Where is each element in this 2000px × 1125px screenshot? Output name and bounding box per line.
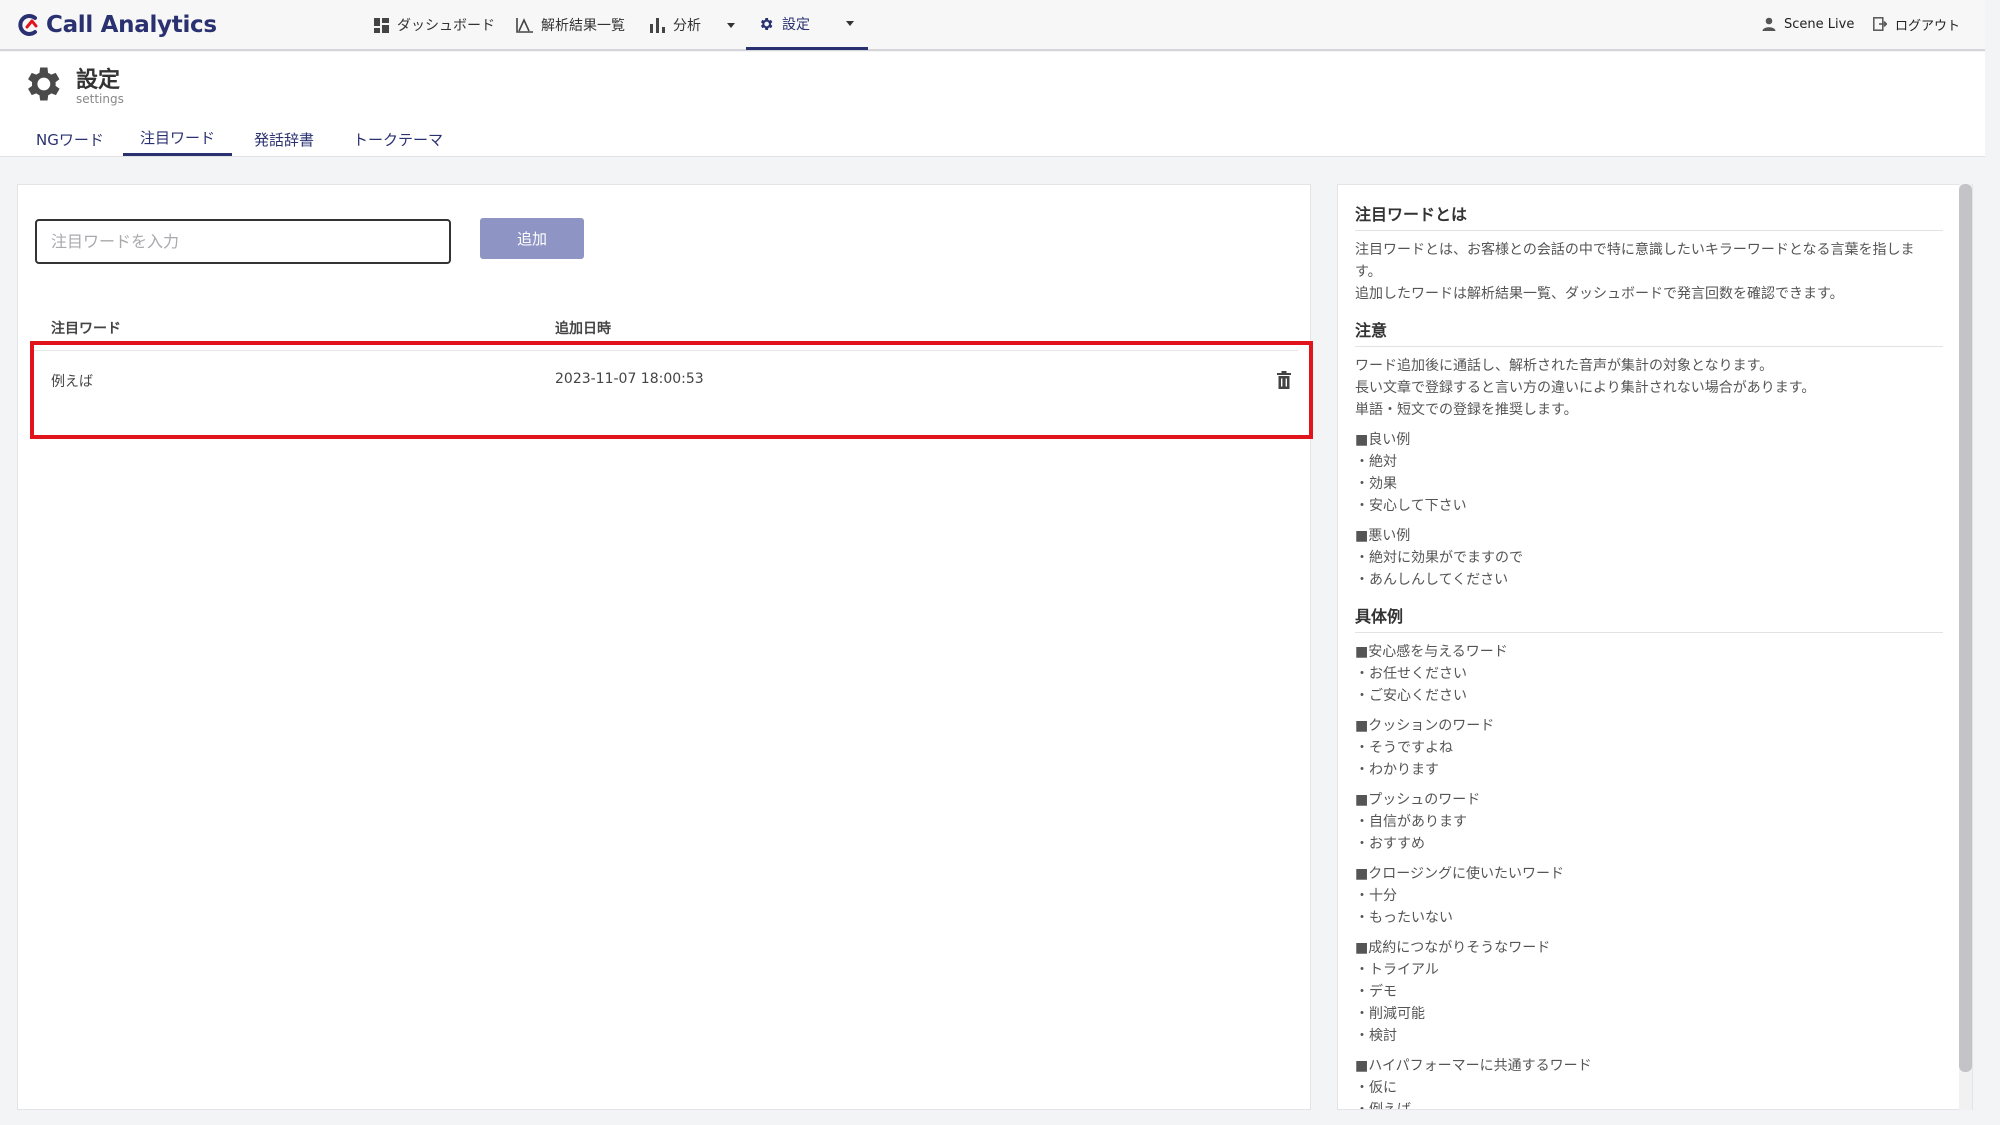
example-group: ■安心感を与えるワード ・お任せください ・ご安心ください (1355, 641, 1943, 707)
list-item: ・絶対に効果がでますので (1355, 550, 1523, 566)
example-group: ■クッションのワード ・そうですよね ・わかります (1355, 715, 1943, 781)
help-text: 長い文章で登録すると言い方の違いにより集計されない場合があります。 (1355, 380, 1816, 396)
list-heading: ■悪い例 (1355, 528, 1411, 544)
list-item: ・十分 (1355, 888, 1397, 904)
settings-gear-icon (28, 67, 60, 101)
list-item: ・あんしんしてください (1355, 572, 1509, 588)
good-examples: ■良い例 ・絶対 ・効果 ・安心して下さい (1355, 429, 1943, 517)
nav-dashboard-label: ダッシュボード (397, 18, 495, 34)
help-text: す。 (1355, 264, 1382, 280)
list-heading: ■プッシュのワード (1355, 792, 1481, 808)
line-chart-icon (516, 17, 533, 33)
list-item: ・削減可能 (1355, 1006, 1425, 1022)
nav-results-label: 解析結果一覧 (541, 18, 625, 34)
user-menu[interactable]: Scene Live (1762, 0, 1854, 48)
section-heading-examples: 具体例 (1355, 603, 1943, 633)
help-text: 注目ワードとは、お客様との会話の中で特に意識したいキラーワードとなる言葉を指しま (1355, 242, 1915, 258)
list-item: ・もったいない (1355, 910, 1453, 926)
help-panel: 注目ワードとは 注目ワードとは、お客様との会話の中で特に意識したいキラーワードと… (1337, 184, 1973, 1110)
column-header-word: 注目ワード (51, 321, 121, 337)
list-heading: ■クッションのワード (1355, 718, 1495, 734)
help-text: 追加したワードは解析結果一覧、ダッシュボードで発言回数を確認できます。 (1355, 286, 1844, 302)
list-heading: ■良い例 (1355, 432, 1411, 448)
user-name: Scene Live (1784, 16, 1855, 32)
section-heading-note: 注意 (1355, 317, 1943, 347)
list-item: ・わかります (1355, 762, 1439, 778)
user-icon (1762, 17, 1776, 31)
app-name: Call Analytics (46, 12, 217, 38)
list-item: ・絶対 (1355, 454, 1397, 470)
list-item: ・デモ (1355, 984, 1397, 1000)
bad-examples: ■悪い例 ・絶対に効果がでますので ・あんしんしてください (1355, 525, 1943, 591)
example-group: ■成約につながりそうなワード ・トライアル ・デモ ・削減可能 ・検討 (1355, 937, 1943, 1047)
page-header: 設定 settings NGワード 注目ワード 発話辞書 トークテーマ (0, 52, 1985, 157)
dashboard-icon (374, 17, 389, 33)
column-header-date: 追加日時 (555, 321, 611, 337)
list-item: ・安心して下さい (1355, 498, 1467, 514)
example-group: ■プッシュのワード ・自信があります ・おすすめ (1355, 789, 1943, 855)
help-text: ワード追加後に通話し、解析された音声が集計の対象となります。 (1355, 358, 1774, 374)
add-button[interactable]: 追加 (480, 218, 584, 259)
logout-label: ログアウト (1895, 18, 1961, 34)
nav-settings-label: 設定 (782, 16, 810, 33)
tab-talk-themes[interactable]: トークテーマ (336, 122, 460, 156)
logout-link[interactable]: ログアウト (1873, 0, 1960, 48)
tab-speech-dictionary[interactable]: 発話辞書 (237, 122, 331, 156)
list-heading: ■ハイパフォーマーに共通するワード (1355, 1058, 1592, 1074)
chevron-down-icon[interactable] (727, 22, 735, 28)
bar-chart-icon (650, 17, 665, 33)
section-heading-what: 注目ワードとは (1355, 201, 1943, 231)
list-item: ・ご安心ください (1355, 688, 1467, 704)
nav-analysis-label: 分析 (673, 18, 701, 34)
example-group: ■クロージングに使いたいワード ・十分 ・もったいない (1355, 863, 1943, 929)
scrollbar-thumb[interactable] (1959, 184, 1972, 1072)
page-title: 設定 (76, 68, 121, 93)
list-item: ・おすすめ (1355, 836, 1425, 852)
logout-icon (1873, 17, 1887, 31)
app-logo[interactable]: Call Analytics (16, 10, 217, 40)
nav-dashboard[interactable]: ダッシュボード (374, 0, 495, 50)
chevron-down-icon[interactable] (846, 21, 854, 26)
list-item: ・検討 (1355, 1028, 1397, 1044)
help-text: 単語・短文での登録を推奨します。 (1355, 402, 1578, 418)
list-heading: ■クロージングに使いたいワード (1355, 866, 1564, 882)
list-item: ・仮に (1355, 1080, 1397, 1096)
focus-word-input[interactable] (35, 219, 451, 264)
list-item: ・自信があります (1355, 814, 1467, 830)
tab-focus-words[interactable]: 注目ワード (123, 122, 233, 156)
highlight-box (30, 341, 1313, 439)
tab-ng-words[interactable]: NGワード (19, 122, 121, 156)
list-item: ・お任せください (1355, 666, 1467, 682)
focus-word-panel: 追加 注目ワード 追加日時 例えば 2023-11-07 18:00:53 (17, 184, 1311, 1110)
list-heading: ■成約につながりそうなワード (1355, 940, 1551, 956)
example-group: ■ハイパフォーマーに共通するワード ・仮に ・例えば (1355, 1055, 1943, 1110)
list-item: ・トライアル (1355, 962, 1439, 978)
nav-settings[interactable]: 設定 (746, 0, 868, 50)
logo-icon (18, 14, 38, 36)
top-navigation-bar: Call Analytics ダッシュボード 解析結果一覧 分析 設定 Scen… (0, 0, 1985, 51)
list-item: ・効果 (1355, 476, 1397, 492)
list-heading: ■安心感を与えるワード (1355, 644, 1508, 660)
gear-icon (760, 17, 773, 30)
page-subtitle: settings (76, 92, 124, 106)
list-item: ・そうですよね (1355, 740, 1453, 756)
nav-results[interactable]: 解析結果一覧 (516, 0, 625, 50)
nav-analysis[interactable]: 分析 (650, 0, 735, 50)
list-item: ・例えば (1355, 1102, 1411, 1110)
